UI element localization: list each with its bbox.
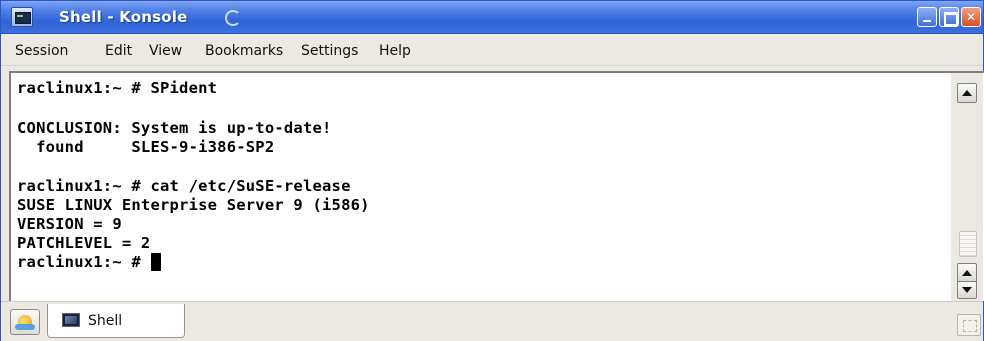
vertical-scrollbar[interactable] <box>951 73 983 301</box>
scroll-up-button-lower[interactable] <box>957 263 977 283</box>
terminal-line: raclinux1:~ # cat /etc/SuSE-release <box>17 177 351 195</box>
title-bar[interactable]: Shell - Konsole ✕ <box>1 1 983 34</box>
terminal-cursor <box>150 253 161 271</box>
window-title: Shell - Konsole <box>59 8 188 26</box>
menu-bookmarks[interactable]: Bookmarks <box>205 43 283 59</box>
session-tab-bar: Shell <box>1 301 983 341</box>
new-session-button[interactable] <box>10 309 40 335</box>
terminal-prompt-line: raclinux1:~ # <box>17 253 141 271</box>
tab-label: Shell <box>88 313 123 329</box>
menu-help[interactable]: Help <box>379 43 411 59</box>
close-button[interactable]: ✕ <box>961 7 981 27</box>
menu-session[interactable]: Session <box>15 43 68 59</box>
arrow-up-icon <box>962 90 972 96</box>
tab-shell[interactable]: Shell <box>47 304 185 338</box>
menu-bar: Session Edit View Bookmarks Settings Hel… <box>1 35 983 66</box>
terminal-line: PATCHLEVEL = 2 <box>17 234 151 252</box>
menu-edit[interactable]: Edit <box>105 43 132 59</box>
scroll-down-button[interactable] <box>957 281 977 299</box>
arrow-up-icon <box>962 270 972 276</box>
arrow-down-icon <box>962 287 972 293</box>
konsole-window: Shell - Konsole ✕ Session Edit View Book… <box>0 0 984 341</box>
terminal-line: SUSE LINUX Enterprise Server 9 (i586) <box>17 196 370 214</box>
scrollbar-thumb[interactable] <box>959 231 977 257</box>
maximize-button[interactable] <box>939 7 959 27</box>
terminal-line: CONCLUSION: System is up-to-date! <box>17 119 332 137</box>
terminal-line: VERSION = 9 <box>17 215 122 233</box>
menu-view[interactable]: View <box>149 43 182 59</box>
menu-settings[interactable]: Settings <box>301 43 358 59</box>
close-session-button[interactable] <box>957 314 981 336</box>
konsole-icon[interactable] <box>11 7 33 27</box>
minimize-button[interactable] <box>917 7 937 27</box>
terminal-output[interactable]: raclinux1:~ # SPident CONCLUSION: System… <box>11 73 945 301</box>
terminal-line: found SLES-9-i386-SP2 <box>17 138 275 156</box>
terminal-icon <box>62 313 80 327</box>
scroll-up-button[interactable] <box>957 83 977 103</box>
terminal-line: raclinux1:~ # SPident <box>17 79 218 97</box>
title-swirl-icon <box>225 10 241 26</box>
